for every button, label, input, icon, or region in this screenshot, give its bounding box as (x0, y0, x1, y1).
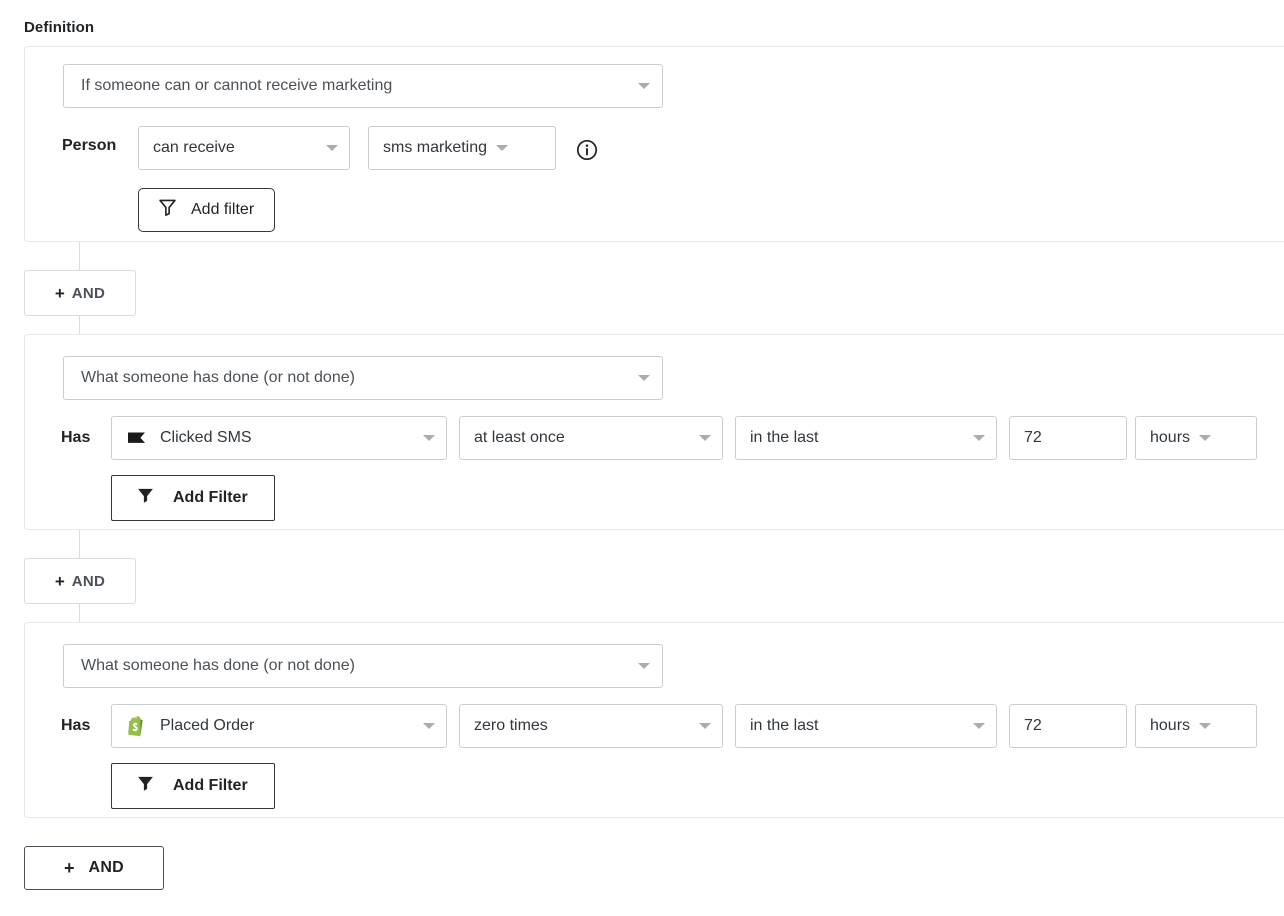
metric-value-2: Clicked SMS (160, 429, 252, 446)
timeframe-amount-input-3[interactable]: 72 (1009, 704, 1127, 748)
frequency-select-2[interactable]: at least once (459, 416, 723, 460)
condition-type-select-3[interactable]: What someone has done (or not done) (63, 644, 663, 688)
timeframe-select-3[interactable]: in the last (735, 704, 997, 748)
add-filter-label-1: Add filter (191, 201, 255, 218)
chevron-down-icon (973, 723, 985, 729)
frequency-select-3[interactable]: zero times (459, 704, 723, 748)
timeframe-amount-input-2[interactable]: 72 (1009, 416, 1127, 460)
chevron-down-icon (423, 723, 435, 729)
add-filter-button-3[interactable]: Add Filter (111, 763, 275, 809)
row-label-has-2: Has (61, 429, 91, 446)
filter-solid-icon (136, 486, 155, 510)
chevron-down-icon (699, 435, 711, 441)
chevron-down-icon (1199, 435, 1212, 441)
consent-operator-value: can receive (153, 139, 235, 156)
timeframe-amount-value-3: 72 (1024, 717, 1042, 734)
timeframe-value-2: in the last (750, 429, 819, 446)
timeframe-select-2[interactable]: in the last (735, 416, 997, 460)
condition-type-value-3: What someone has done (or not done) (81, 657, 355, 674)
consent-operator-select[interactable]: can receive (138, 126, 350, 170)
chevron-down-icon (638, 375, 650, 381)
add-filter-button-1[interactable]: Add filter (138, 188, 276, 232)
consent-channel-value: sms marketing (383, 139, 488, 156)
condition-group-3: What someone has done (or not done) Has … (24, 622, 1284, 818)
frequency-value-3: zero times (474, 717, 548, 734)
timeframe-unit-select-3[interactable]: hours (1135, 704, 1257, 748)
add-and-condition-chip-1[interactable]: + AND (24, 270, 136, 316)
chevron-down-icon (638, 83, 650, 89)
condition-group-1: If someone can or cannot receive marketi… (24, 46, 1284, 242)
row-label-has-3: Has (61, 717, 91, 734)
metric-select-3[interactable]: Placed Order (111, 704, 447, 748)
add-filter-label-3: Add Filter (173, 777, 248, 794)
condition-type-value-2: What someone has done (or not done) (81, 369, 355, 386)
chevron-down-icon (1199, 723, 1212, 729)
timeframe-unit-value-3: hours (1150, 717, 1191, 734)
segment-definition-builder: Definition If someone can or cannot rece… (0, 0, 1284, 916)
add-filter-button-2[interactable]: Add Filter (111, 475, 275, 521)
plus-icon: + (54, 571, 65, 591)
condition-type-select-1[interactable]: If someone can or cannot receive marketi… (63, 64, 663, 108)
filter-solid-icon (136, 774, 155, 798)
timeframe-amount-value-2: 72 (1024, 429, 1042, 446)
chevron-down-icon (496, 145, 509, 151)
chevron-down-icon (326, 145, 338, 151)
plus-icon: + (63, 858, 75, 878)
row-label-person: Person (62, 137, 117, 154)
condition-type-value-1: If someone can or cannot receive marketi… (81, 77, 393, 94)
info-circle-icon[interactable] (576, 139, 598, 161)
filter-outline-icon (157, 197, 178, 223)
add-filter-label-2: Add Filter (173, 489, 248, 506)
metric-select-2[interactable]: Clicked SMS (111, 416, 447, 460)
and-chip-label-2: AND (71, 572, 106, 590)
timeframe-value-3: in the last (750, 717, 819, 734)
chevron-down-icon (973, 435, 985, 441)
consent-channel-select[interactable]: sms marketing (368, 126, 556, 170)
sms-flag-icon (126, 427, 148, 449)
and-chip-label-1: AND (71, 284, 106, 302)
condition-type-select-2[interactable]: What someone has done (or not done) (63, 356, 663, 400)
metric-value-3: Placed Order (160, 717, 255, 734)
shopify-bag-icon (126, 715, 148, 737)
frequency-value-2: at least once (474, 429, 565, 446)
chevron-down-icon (423, 435, 435, 441)
timeframe-unit-select-2[interactable]: hours (1135, 416, 1257, 460)
page-title: Definition (24, 19, 95, 36)
chevron-down-icon (638, 663, 650, 669)
timeframe-unit-value-2: hours (1150, 429, 1191, 446)
chevron-down-icon (699, 723, 711, 729)
add-and-group-button[interactable]: + AND (24, 846, 164, 890)
condition-group-2: What someone has done (or not done) Has … (24, 334, 1284, 530)
plus-icon: + (54, 283, 65, 303)
add-and-condition-chip-2[interactable]: + AND (24, 558, 136, 604)
add-and-group-label: AND (88, 859, 125, 876)
